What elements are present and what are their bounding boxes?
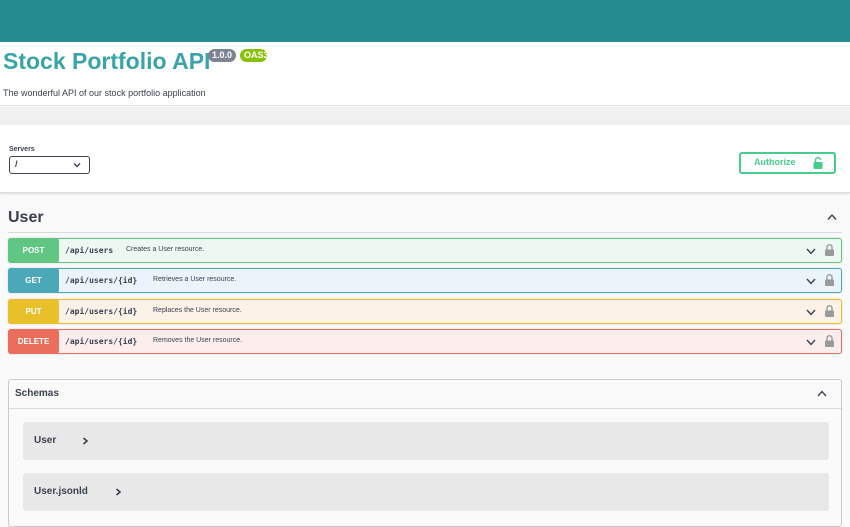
method-badge: PUT [8, 299, 59, 324]
lock-icon[interactable] [824, 334, 835, 348]
lock-icon[interactable] [824, 304, 835, 318]
operation-path: /api/users/{id} [65, 276, 138, 285]
api-description: The wonderful API of our stock portfolio… [3, 88, 206, 98]
authorize-label: Authorize [754, 157, 796, 167]
page-title: Stock Portfolio API [3, 48, 211, 74]
operation-path: /api/users/{id} [65, 337, 138, 346]
servers-label: Servers [9, 146, 35, 153]
method-badge: GET [8, 268, 59, 293]
schemas-section: Schemas User User.jsonld [8, 379, 842, 527]
operation-summary: Retrieves a User resource. [153, 276, 237, 283]
info-section: Stock Portfolio API 1.0.0 OAS3 The wonde… [0, 42, 850, 106]
lock-icon[interactable] [824, 243, 835, 257]
operation-delete-user[interactable]: DELETE /api/users/{id} Removes the User … [8, 329, 842, 354]
chevron-down-icon[interactable] [805, 247, 817, 256]
chevron-right-icon [115, 488, 122, 496]
scheme-container: Servers / Authorize [0, 125, 850, 193]
divider-strip [0, 107, 850, 125]
servers-select[interactable]: / [9, 156, 90, 174]
tag-section-user[interactable]: User [8, 204, 842, 233]
chevron-up-icon[interactable] [826, 212, 838, 222]
tag-title: User [8, 209, 44, 226]
authorize-button[interactable]: Authorize [739, 152, 836, 174]
model-name: User.jsonld [34, 486, 88, 497]
lock-icon[interactable] [824, 273, 835, 287]
model-name: User [34, 435, 57, 446]
version-badge: 1.0.0 [208, 49, 236, 62]
operation-summary: Creates a User resource. [126, 246, 205, 253]
operation-path: /api/users [65, 246, 114, 255]
operation-get-user[interactable]: GET /api/users/{id} Retrieves a User res… [8, 268, 842, 293]
method-badge: DELETE [8, 329, 59, 354]
oas-badge: OAS3 [240, 49, 269, 62]
chevron-down-icon[interactable] [805, 338, 817, 347]
method-badge: POST [8, 238, 59, 263]
schema-model-user[interactable]: User [23, 422, 829, 460]
chevron-down-icon[interactable] [805, 308, 817, 317]
schemas-header[interactable]: Schemas [9, 380, 841, 409]
chevron-right-icon [82, 437, 89, 445]
operation-post-users[interactable]: POST /api/users Creates a User resource. [8, 238, 842, 263]
top-bar [0, 0, 850, 42]
chevron-down-icon[interactable] [805, 277, 817, 286]
operation-summary: Removes the User resource. [153, 337, 243, 344]
operation-summary: Replaces the User resource. [153, 307, 242, 314]
chevron-down-icon [73, 163, 81, 168]
lock-open-icon [813, 156, 823, 169]
servers-selected-value: / [15, 159, 18, 169]
operation-path: /api/users/{id} [65, 307, 138, 316]
chevron-up-icon[interactable] [816, 389, 828, 398]
schemas-title: Schemas [15, 388, 59, 399]
schema-model-user-jsonld[interactable]: User.jsonld [23, 473, 829, 511]
operation-put-user[interactable]: PUT /api/users/{id} Replaces the User re… [8, 299, 842, 324]
